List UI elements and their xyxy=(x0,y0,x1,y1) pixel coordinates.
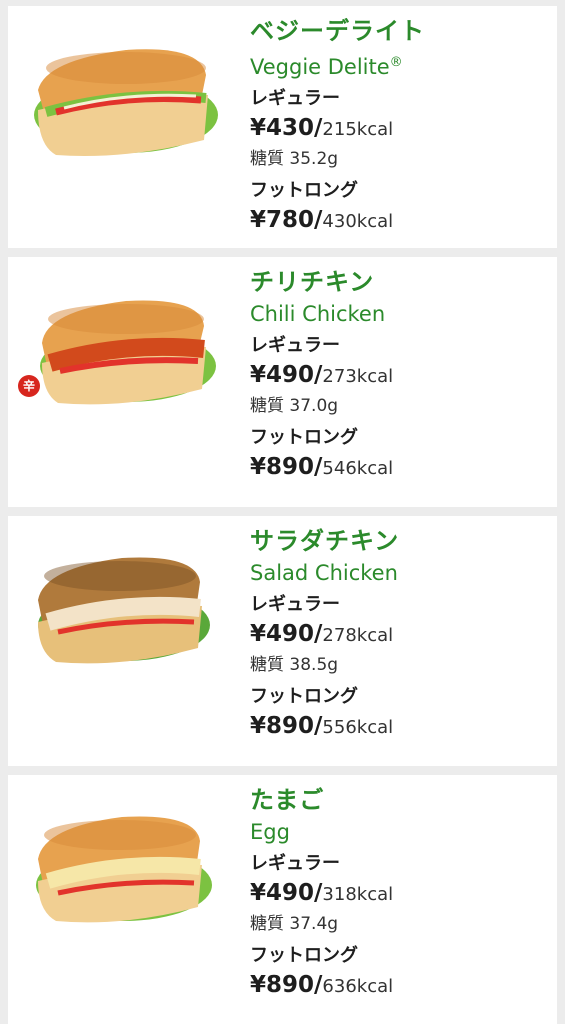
footlong-kcal: 430kcal xyxy=(322,211,394,232)
regular-label: レギュラー xyxy=(250,335,340,356)
footlong-kcal: 556kcal xyxy=(322,717,394,738)
carb-info: 糖質 37.4g xyxy=(250,914,339,934)
item-name-en: Veggie Delite® xyxy=(250,55,403,79)
regular-price-line: ¥430/215kcal xyxy=(250,112,549,146)
spicy-badge: 辛 xyxy=(18,375,40,397)
footlong-label: フットロング xyxy=(250,427,358,448)
footlong-price: ¥890/ xyxy=(250,713,323,739)
item-info: サラダチキン Salad Chicken レギュラー ¥490/278kcal … xyxy=(250,524,549,744)
item-name-en: Chili Chicken xyxy=(250,302,386,326)
regular-price: ¥430/ xyxy=(250,115,323,141)
regular-kcal: 278kcal xyxy=(322,625,394,646)
regular-kcal: 273kcal xyxy=(322,366,394,387)
footlong-kcal: 546kcal xyxy=(322,458,394,479)
regular-kcal: 318kcal xyxy=(322,884,394,905)
regular-price-line: ¥490/273kcal xyxy=(250,359,549,393)
item-name-en: Salad Chicken xyxy=(250,561,398,585)
sandwich-image xyxy=(16,530,226,680)
carb-info: 糖質 37.0g xyxy=(250,396,339,416)
registered-mark: ® xyxy=(389,55,403,70)
footlong-price: ¥780/ xyxy=(250,207,323,233)
footlong-price-line: ¥890/556kcal xyxy=(250,710,549,744)
regular-price-line: ¥490/278kcal xyxy=(250,618,549,652)
sandwich-image xyxy=(16,20,226,170)
item-name-jp: たまご xyxy=(250,786,325,814)
regular-price: ¥490/ xyxy=(250,880,323,906)
item-name-jp: チリチキン xyxy=(250,268,375,296)
item-name-jp: サラダチキン xyxy=(250,527,400,555)
item-name-jp: ベジーデライト xyxy=(250,17,425,45)
footlong-price: ¥890/ xyxy=(250,972,323,998)
sandwich-image xyxy=(16,789,226,939)
footlong-price-line: ¥890/546kcal xyxy=(250,451,549,485)
footlong-label: フットロング xyxy=(250,180,358,201)
regular-label: レギュラー xyxy=(250,853,340,874)
footlong-kcal: 636kcal xyxy=(322,976,394,997)
footlong-label: フットロング xyxy=(250,686,358,707)
menu-card-chili-chicken[interactable]: 辛 チリチキン Chili Chicken レギュラー ¥490/273kcal… xyxy=(8,257,557,507)
carb-info: 糖質 35.2g xyxy=(250,149,339,169)
item-info: たまご Egg レギュラー ¥490/318kcal 糖質 37.4g フットロ… xyxy=(250,783,549,1003)
footlong-price-line: ¥890/636kcal xyxy=(250,969,549,1003)
footlong-price-line: ¥780/430kcal xyxy=(250,204,549,238)
regular-kcal: 215kcal xyxy=(322,119,394,140)
menu-card-veggie-delite[interactable]: ベジーデライト Veggie Delite® レギュラー ¥430/215kca… xyxy=(8,6,557,248)
carb-info: 糖質 38.5g xyxy=(250,655,339,675)
sandwich-image xyxy=(16,271,226,421)
menu-card-salad-chicken[interactable]: サラダチキン Salad Chicken レギュラー ¥490/278kcal … xyxy=(8,516,557,766)
item-info: ベジーデライト Veggie Delite® レギュラー ¥430/215kca… xyxy=(250,14,549,238)
regular-label: レギュラー xyxy=(250,88,340,109)
item-name-en: Egg xyxy=(250,820,290,844)
menu-card-egg[interactable]: たまご Egg レギュラー ¥490/318kcal 糖質 37.4g フットロ… xyxy=(8,775,557,1024)
item-info: チリチキン Chili Chicken レギュラー ¥490/273kcal 糖… xyxy=(250,265,549,485)
footlong-price: ¥890/ xyxy=(250,454,323,480)
regular-label: レギュラー xyxy=(250,594,340,615)
menu-list: ベジーデライト Veggie Delite® レギュラー ¥430/215kca… xyxy=(0,0,565,1024)
regular-price: ¥490/ xyxy=(250,621,323,647)
regular-price-line: ¥490/318kcal xyxy=(250,877,549,911)
footlong-label: フットロング xyxy=(250,945,358,966)
regular-price: ¥490/ xyxy=(250,362,323,388)
